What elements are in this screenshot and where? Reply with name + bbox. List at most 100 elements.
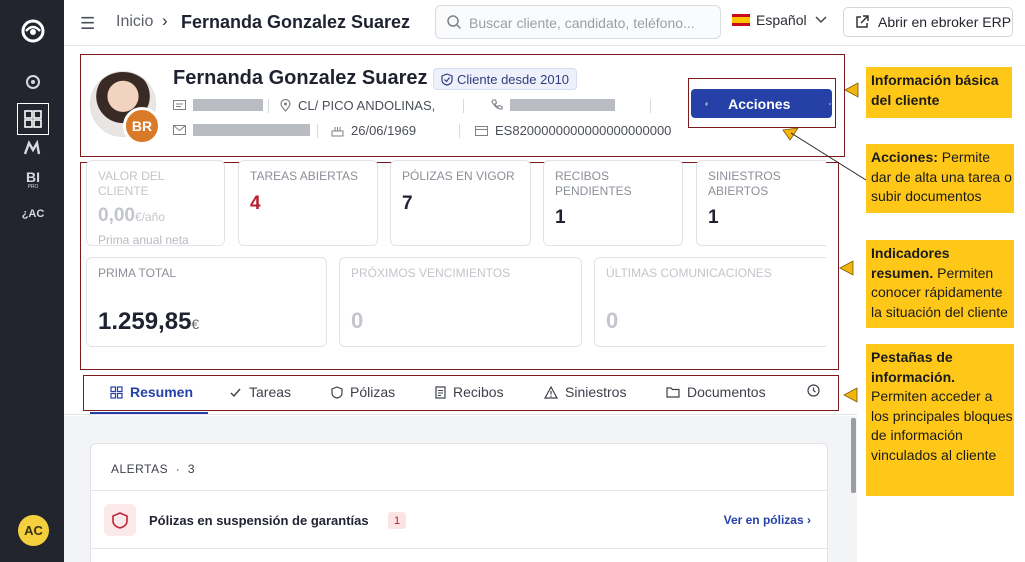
annotation-basic-info: Información básica del cliente — [866, 67, 1012, 118]
redacted-id — [193, 99, 263, 111]
bi-label: BI — [26, 169, 40, 185]
kpi-value: 0 — [606, 308, 619, 333]
client-initials-badge: BR — [123, 107, 161, 145]
language-selector[interactable]: Español — [732, 12, 829, 28]
kpi-label: PÓLIZAS EN VIGOR — [402, 169, 515, 183]
eye-logo-icon[interactable] — [20, 18, 46, 44]
separator — [317, 124, 318, 138]
lightning-icon — [705, 101, 709, 106]
breadcrumb-separator-icon: › — [162, 11, 168, 30]
open-erp-button[interactable]: Abrir en ebroker ERP — [843, 7, 1013, 37]
kpi-upcoming-expirations[interactable]: PRÓXIMOS VENCIMIENTOS 0 — [339, 257, 582, 347]
annotation-actions: Acciones: Permite dar de alta una tarea … — [866, 144, 1014, 213]
chevron-down-icon — [815, 16, 827, 24]
client-email-field — [173, 124, 310, 136]
ac-nav-icon[interactable]: ¿AC — [17, 198, 49, 230]
annotation-frame-tabs — [83, 375, 839, 411]
kpi-value: 0,00€/año — [98, 205, 166, 226]
m-brand-icon[interactable] — [17, 132, 49, 164]
kpi-value: 1.259,85€ — [98, 308, 200, 335]
view-policies-link[interactable]: Ver en pólizas › — [724, 513, 811, 527]
summary-content: ALERTAS · 3 Pólizas en suspensión de gar… — [64, 416, 857, 562]
kpi-value: 1 — [708, 207, 719, 228]
client-iban: ES8200000000000000000000 — [495, 123, 672, 138]
separator — [463, 99, 464, 113]
shield-alert-icon — [112, 511, 128, 529]
client-id-field — [173, 99, 263, 111]
annotation-frame-actions: Acciones — [688, 78, 836, 128]
client-birthdate: 26/06/1969 — [351, 123, 417, 138]
kpi-total-premium[interactable]: PRIMA TOTAL 1.259,85€ — [86, 257, 327, 347]
bi-sub: PRO — [27, 184, 39, 190]
client-address: CL/ PICO ANDOLINAS, — [298, 98, 436, 113]
location-pin-icon — [280, 99, 291, 112]
language-label: Español — [756, 12, 807, 28]
kpi-label: VALOR DEL CLIENTE — [98, 169, 165, 198]
actions-button-label: Acciones — [728, 95, 791, 112]
separator — [268, 99, 269, 113]
shield-check-icon — [441, 72, 453, 86]
chevron-down-icon — [828, 102, 832, 105]
kpi-label: RECIBOS PENDIENTES — [555, 169, 632, 198]
kpi-sub: Prima anual neta — [98, 233, 189, 247]
client-name: Fernanda Gonzalez Suarez — [173, 67, 428, 89]
kpi-value: 1 — [555, 207, 566, 228]
redacted-email — [193, 124, 310, 136]
mail-icon — [173, 125, 186, 135]
client-since-label: Cliente desde 2010 — [457, 71, 570, 87]
kpi-label: ÚLTIMAS COMUNICACIONES — [606, 266, 772, 280]
kpi-label: PRÓXIMOS VENCIMIENTOS — [351, 266, 511, 280]
client-phone-field — [491, 99, 615, 111]
menu-icon[interactable]: ☰ — [80, 14, 95, 34]
annotation-tabs: Pestañas de información. Permiten accede… — [866, 344, 1014, 496]
external-link-icon — [856, 15, 869, 28]
arrow-icon — [839, 260, 854, 276]
kpi-value: 0 — [351, 308, 364, 333]
breadcrumb-home[interactable]: Inicio — [116, 13, 153, 31]
id-card-icon — [173, 100, 186, 110]
client-birthdate-field: 26/06/1969 — [331, 123, 416, 138]
kpi-active-policies[interactable]: PÓLIZAS EN VIGOR 7 — [390, 160, 531, 246]
kpi-open-claims[interactable]: SINIESTROS ABIERTOS 1 — [696, 160, 826, 246]
client-iban-field: ES8200000000000000000000 — [475, 123, 671, 138]
scrollbar-thumb[interactable] — [851, 418, 856, 493]
top-bar: ☰ Inicio › Fernanda Gonzalez Suarez Espa… — [64, 0, 1025, 46]
kpi-last-communications[interactable]: ÚLTIMAS COMUNICACIONES 0 — [594, 257, 826, 347]
alert-title: Pólizas en suspensión de garantías — [149, 513, 369, 528]
alert-count-badge: 1 — [388, 512, 406, 529]
kpi-open-tasks[interactable]: TAREAS ABIERTAS 4 — [238, 160, 378, 246]
search-input[interactable] — [469, 13, 714, 33]
cake-icon — [331, 126, 344, 136]
bank-card-icon — [475, 125, 488, 136]
eye-nav-icon[interactable] — [17, 66, 49, 98]
left-rail: BI PRO ¿AC AC — [0, 0, 64, 562]
search-icon — [447, 15, 462, 30]
client-since-badge: Cliente desde 2010 — [433, 68, 578, 90]
spain-flag-icon — [732, 14, 750, 26]
alert-icon-box — [104, 504, 136, 536]
kpi-value: 4 — [250, 193, 261, 214]
kpi-label: PRIMA TOTAL — [98, 266, 177, 280]
alert-row[interactable]: Pólizas en suspensión de garantías 1 Ver… — [91, 491, 827, 549]
kpi-value: 7 — [402, 193, 413, 214]
kpi-label: SINIESTROS ABIERTOS — [708, 169, 781, 198]
active-tab-indicator — [90, 412, 208, 414]
separator — [650, 99, 651, 113]
breadcrumb-current: Fernanda Gonzalez Suarez — [181, 12, 411, 32]
client-address-field: CL/ PICO ANDOLINAS, — [280, 98, 435, 113]
redacted-phone — [510, 99, 615, 111]
user-avatar[interactable]: AC — [18, 515, 49, 546]
alerts-header: ALERTAS · 3 — [111, 462, 196, 476]
kpi-client-value[interactable]: VALOR DEL CLIENTE 0,00€/año Prima anual … — [86, 160, 225, 247]
dashboard-grid-icon[interactable] — [17, 103, 49, 135]
kpi-pending-receipts[interactable]: RECIBOS PENDIENTES 1 — [543, 160, 683, 246]
actions-button[interactable]: Acciones — [691, 89, 832, 118]
phone-icon — [491, 99, 503, 110]
bi-pro-icon[interactable]: BI PRO — [17, 166, 49, 198]
kpi-label: TAREAS ABIERTAS — [250, 169, 359, 183]
search-box — [435, 5, 721, 39]
client-header: BR Fernanda Gonzalez Suarez Cliente desd… — [64, 47, 857, 157]
alerts-card: ALERTAS · 3 Pólizas en suspensión de gar… — [90, 443, 828, 562]
separator — [459, 124, 460, 138]
annotation-kpis: Indicadores resumen. Permiten conocer rá… — [866, 240, 1014, 328]
